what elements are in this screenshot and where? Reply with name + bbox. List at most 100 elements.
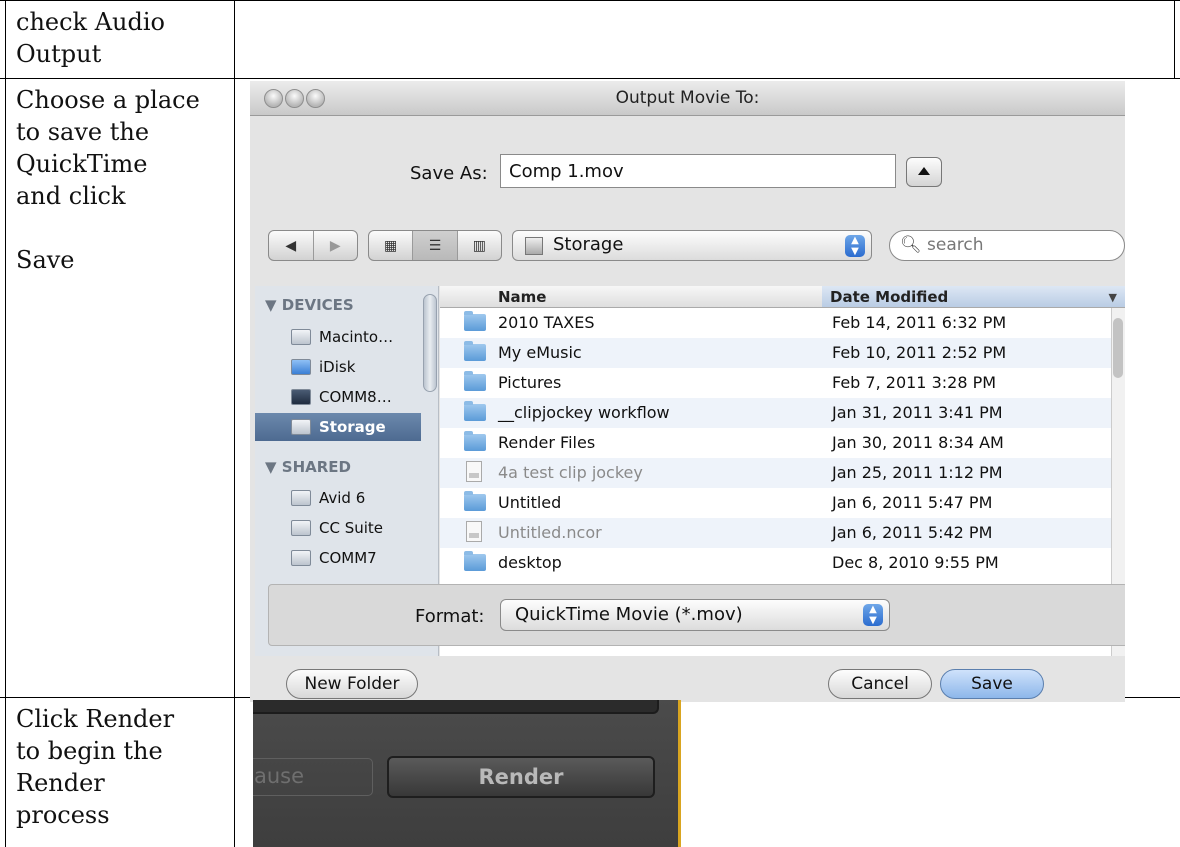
table-row[interactable]: Pictures Feb 7, 2011 3:28 PM xyxy=(440,368,1112,398)
search-field[interactable]: 🔍︎ search xyxy=(889,230,1125,261)
instruction-check-audio: check Audio Output xyxy=(16,8,165,68)
column-header-name[interactable]: Name xyxy=(440,286,822,308)
table-border-left xyxy=(5,0,6,847)
column-header-date-modified[interactable]: Date Modified ▼ xyxy=(822,286,1125,308)
table-row[interactable]: Untitled Jan 6, 2011 5:47 PM xyxy=(440,488,1112,518)
folder-icon xyxy=(464,371,486,391)
table-row[interactable]: 2010 TAXES Feb 14, 2011 6:32 PM xyxy=(440,308,1112,338)
idisk-icon xyxy=(291,359,311,375)
location-label: Storage xyxy=(553,234,624,255)
table-row[interactable]: __clipjockey workflow Jan 31, 2011 3:41 P… xyxy=(440,398,1112,428)
search-placeholder: search xyxy=(927,235,984,255)
search-icon: 🔍︎ xyxy=(900,235,922,255)
new-folder-button[interactable]: New Folder xyxy=(286,669,418,699)
expand-dialog-button[interactable] xyxy=(906,157,942,187)
folder-icon xyxy=(464,311,486,331)
icon-view-icon[interactable]: ▦ xyxy=(369,231,414,260)
table-row: Untitled.ncor Jan 6, 2011 5:42 PM xyxy=(440,518,1112,548)
render-panel-topbar xyxy=(253,700,659,714)
view-mode-buttons: ▦ ☰ ▥ xyxy=(368,230,502,261)
format-popup[interactable]: QuickTime Movie (*.mov) ▲ ▼ xyxy=(500,599,890,631)
sidebar-item-comm7[interactable]: COMM7 xyxy=(265,544,425,572)
server-icon xyxy=(291,550,311,566)
sidebar-item-comm8[interactable]: COMM8… xyxy=(265,383,425,411)
render-button[interactable]: Render xyxy=(387,756,655,798)
folder-icon xyxy=(464,341,486,361)
sidebar-item-cc-suite[interactable]: CC Suite xyxy=(265,514,425,542)
table-row: 4a test clip jockey Jan 25, 2011 1:12 PM xyxy=(440,458,1112,488)
hard-drive-icon xyxy=(291,329,311,345)
file-name: Untitled xyxy=(498,493,562,512)
file-name: Untitled.ncor xyxy=(498,523,602,542)
column-header-label: Date Modified xyxy=(830,288,949,306)
folder-icon xyxy=(464,431,486,451)
table-row[interactable]: Render Files Jan 30, 2011 8:34 AM xyxy=(440,428,1112,458)
table-border-mid xyxy=(234,0,235,847)
sidebar-item-macintosh[interactable]: Macinto… xyxy=(265,323,425,351)
instruction-choose-place: Choose a place to save the QuickTime and… xyxy=(16,86,200,274)
sidebar-heading-shared: ▼ SHARED xyxy=(265,458,351,476)
sidebar-item-label: Macinto… xyxy=(319,328,394,346)
table-border-row1 xyxy=(0,78,1180,79)
back-arrow-icon[interactable]: ◀ xyxy=(269,231,314,260)
sort-arrow-icon: ▼ xyxy=(1108,291,1117,304)
format-label: Format: xyxy=(415,606,485,627)
sidebar-item-avid6[interactable]: Avid 6 xyxy=(265,484,425,512)
sidebar-heading-devices: ▼ DEVICES xyxy=(265,296,354,314)
file-name: Pictures xyxy=(498,373,562,392)
updown-arrows-icon: ▲ ▼ xyxy=(845,235,865,257)
sidebar-item-idisk[interactable]: iDisk xyxy=(265,353,425,381)
file-date: Dec 8, 2010 9:55 PM xyxy=(832,553,999,572)
dialog-title: Output Movie To: xyxy=(615,88,760,108)
sidebar-item-label: COMM7 xyxy=(319,549,377,567)
hard-drive-icon xyxy=(291,419,311,435)
file-name: desktop xyxy=(498,553,562,572)
render-panel: ause Render xyxy=(253,700,681,847)
file-date: Feb 10, 2011 2:52 PM xyxy=(832,343,1007,362)
instruction-click-render: Click Render to begin the Render process xyxy=(16,705,175,829)
folder-icon xyxy=(464,491,486,511)
table-border-right xyxy=(1174,0,1175,78)
file-name: My eMusic xyxy=(498,343,582,362)
file-name: 2010 TAXES xyxy=(498,313,595,332)
panel-accent-edge xyxy=(678,700,681,847)
folder-icon xyxy=(464,551,486,571)
sidebar-item-label: Avid 6 xyxy=(319,489,366,507)
save-as-field[interactable]: Comp 1.mov xyxy=(500,154,896,188)
file-name: 4a test clip jockey xyxy=(498,463,643,482)
output-movie-dialog: Output Movie To: Save As: Comp 1.mov ◀ ▶… xyxy=(250,81,1125,702)
document-icon xyxy=(466,521,482,542)
document-icon xyxy=(466,461,482,482)
dialog-titlebar: Output Movie To: xyxy=(250,81,1125,116)
sidebar-item-label: iDisk xyxy=(319,358,356,376)
sidebar-scrollbar[interactable] xyxy=(423,294,437,392)
file-date: Jan 30, 2011 8:34 AM xyxy=(832,433,1004,452)
sidebar-item-storage[interactable]: Storage xyxy=(255,413,421,441)
location-popup[interactable]: Storage ▲ ▼ xyxy=(512,230,872,261)
server-icon xyxy=(291,490,311,506)
file-date: Feb 7, 2011 3:28 PM xyxy=(832,373,997,392)
sidebar-item-label: Storage xyxy=(319,418,386,436)
pause-button[interactable]: ause xyxy=(253,758,373,796)
table-row[interactable]: desktop Dec 8, 2010 9:55 PM xyxy=(440,548,1112,578)
file-name: Render Files xyxy=(498,433,596,452)
list-view-icon[interactable]: ☰ xyxy=(413,231,458,260)
back-forward-buttons: ◀ ▶ xyxy=(268,230,358,261)
forward-arrow-icon[interactable]: ▶ xyxy=(314,231,358,260)
file-date: Feb 14, 2011 6:32 PM xyxy=(832,313,1007,332)
file-date: Jan 31, 2011 3:41 PM xyxy=(832,403,1003,422)
file-date: Jan 25, 2011 1:12 PM xyxy=(832,463,1003,482)
file-date: Jan 6, 2011 5:47 PM xyxy=(832,493,993,512)
folder-icon xyxy=(464,401,486,421)
drive-icon xyxy=(525,237,543,255)
file-name: __clipjockey workflow xyxy=(498,403,670,422)
save-button[interactable]: Save xyxy=(940,669,1044,699)
server-icon xyxy=(291,520,311,536)
scroll-thumb[interactable] xyxy=(1113,318,1123,378)
sidebar-item-label: CC Suite xyxy=(319,519,384,537)
sidebar-item-label: COMM8… xyxy=(319,388,392,406)
format-value: QuickTime Movie (*.mov) xyxy=(515,604,743,625)
cancel-button[interactable]: Cancel xyxy=(828,669,932,699)
column-view-icon[interactable]: ▥ xyxy=(458,231,501,260)
table-row[interactable]: My eMusic Feb 10, 2011 2:52 PM xyxy=(440,338,1112,368)
